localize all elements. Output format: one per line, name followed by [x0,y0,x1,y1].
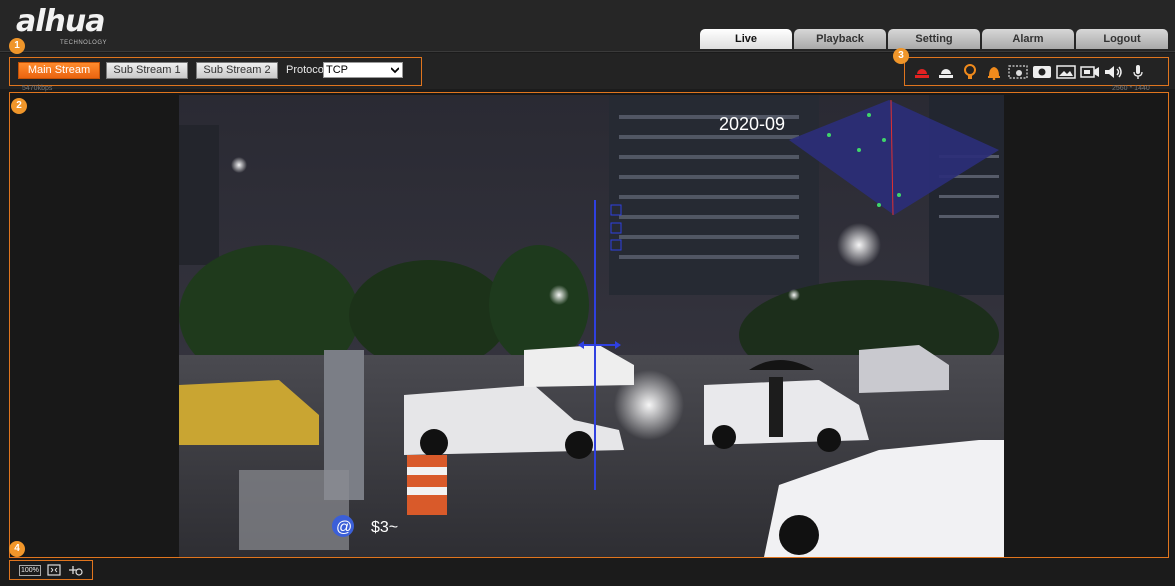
chevron-down-icon [391,67,399,74]
snapshot-icon[interactable] [1030,62,1054,81]
stream-bar: Main Stream Sub Stream 1 Sub Stream 2 Pr… [0,53,1175,89]
callout-badge-3: 3 [893,48,909,64]
callout-badge-1: 1 [9,38,25,54]
protocol-select[interactable]: TCP [323,62,403,78]
main-nav: Live Playback Setting Alarm Logout [700,29,1170,49]
live-video-feed[interactable]: 2020-09 @ $3~ [179,95,1004,557]
tab-logout[interactable]: Logout [1076,29,1168,49]
callout-badge-2: 2 [11,98,27,114]
view-controls: 100% [19,562,89,578]
image-mode-icon[interactable] [1054,62,1078,81]
svg-text:@: @ [336,519,352,536]
sub-stream-1-button[interactable]: Sub Stream 1 [106,62,188,79]
logo-tagline: TECHNOLOGY [60,40,108,46]
main-stream-button[interactable]: Main Stream [18,62,100,79]
tab-live[interactable]: Live [700,29,792,49]
brand-logo: alhua TECHNOLOGY [16,4,136,48]
protocol-label: Protocol [286,64,327,76]
siren-bell-icon[interactable] [982,62,1006,81]
warning-light-icon[interactable] [958,62,982,81]
record-icon[interactable] [1078,62,1102,81]
alarm-light-red-icon[interactable] [910,62,934,81]
resolution-readout: 2560 * 1440 [1112,85,1150,92]
camera-scene: 2020-09 @ $3~ [179,95,1004,557]
microphone-icon[interactable] [1126,62,1150,81]
live-toolbar [910,62,1150,81]
tab-playback[interactable]: Playback [794,29,886,49]
date-overlay: 2020-09 [719,114,785,134]
zoom-label: 100% [19,564,41,576]
top-bar: alhua TECHNOLOGY Live Playback Setting A… [0,0,1175,52]
audio-icon[interactable] [1102,62,1126,81]
alarm-light-white-icon[interactable] [934,62,958,81]
zoom-100-button[interactable]: 100% [19,562,41,578]
regional-focus-icon[interactable] [1006,62,1030,81]
osd-overlay-text: $3~ [371,519,398,536]
bitrate-readout: 5470kbps [22,85,53,92]
ptz-control-icon[interactable] [67,562,83,578]
tab-setting[interactable]: Setting [888,29,980,49]
fit-screen-icon[interactable] [47,562,61,578]
protocol-value: TCP [326,64,348,76]
callout-badge-4: 4 [9,541,25,557]
tab-alarm[interactable]: Alarm [982,29,1074,49]
sub-stream-2-button[interactable]: Sub Stream 2 [196,62,278,79]
logo-text: alhua [16,4,105,39]
